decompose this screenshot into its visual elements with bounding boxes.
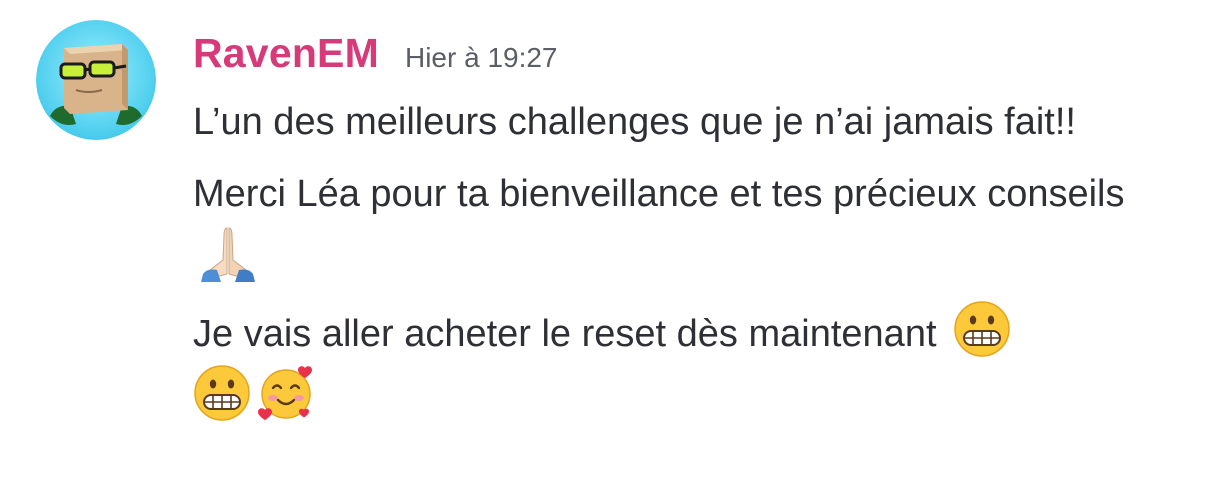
message-content: L’un des meilleurs challenges que je n’a… <box>193 92 1193 440</box>
message-paragraph: L’un des meilleurs challenges que je n’a… <box>193 92 1193 152</box>
message-header: RavenEM Hier à 19:27 <box>193 30 558 86</box>
timestamp[interactable]: Hier à 19:27 <box>405 42 558 74</box>
username[interactable]: RavenEM <box>193 30 379 77</box>
avatar[interactable] <box>36 20 156 140</box>
paragraph-text: Je vais aller acheter le reset dès maint… <box>193 313 937 355</box>
message-paragraph: Je vais aller acheter le reset dès maint… <box>193 300 1193 428</box>
chat-message: RavenEM Hier à 19:27 L’un des meilleurs … <box>0 0 1206 502</box>
message-paragraph: Merci Léa pour ta bienveillance et tes p… <box>193 164 1193 288</box>
paragraph-text: L’un des meilleurs challenges que je n’a… <box>193 101 1076 143</box>
paragraph-text: Merci Léa pour ta bienveillance et tes p… <box>193 173 1125 215</box>
grimacing-face-icon[interactable] <box>193 364 251 422</box>
smiling-face-with-hearts-icon[interactable] <box>257 364 315 422</box>
folded-hands-icon[interactable] <box>199 224 257 282</box>
grimacing-face-icon[interactable] <box>953 300 1011 358</box>
robot-avatar-icon <box>36 20 156 140</box>
